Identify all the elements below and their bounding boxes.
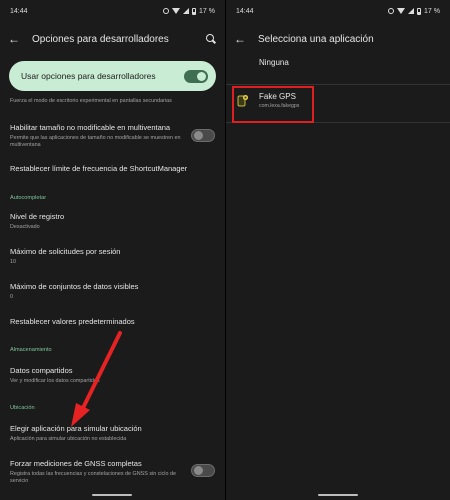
status-bar: 14:44 17 %	[226, 0, 450, 22]
wifi-icon	[397, 8, 406, 14]
dnd-icon	[388, 8, 395, 14]
battery-icon	[417, 7, 422, 15]
list-divider	[226, 84, 450, 85]
annotation-arrow	[71, 331, 122, 427]
highlight-box	[232, 86, 314, 123]
page-title: Selecciona una aplicación	[258, 33, 374, 45]
option-none[interactable]: Ninguna	[226, 58, 450, 72]
developer-options-screen: 14:44 17 % ← Opciones para desarrollador…	[0, 0, 225, 500]
gesture-nav-bar[interactable]	[92, 494, 132, 496]
app-bar: ← Selecciona una aplicación	[226, 25, 450, 53]
battery-percent: 17 %	[424, 7, 440, 15]
select-app-screen: 14:44 17 % ← Selecciona una aplicación N…	[226, 0, 450, 500]
back-arrow-icon[interactable]: ←	[234, 32, 252, 46]
signal-icon	[408, 8, 415, 14]
gesture-nav-bar[interactable]	[318, 494, 358, 496]
status-time: 14:44	[236, 7, 254, 15]
